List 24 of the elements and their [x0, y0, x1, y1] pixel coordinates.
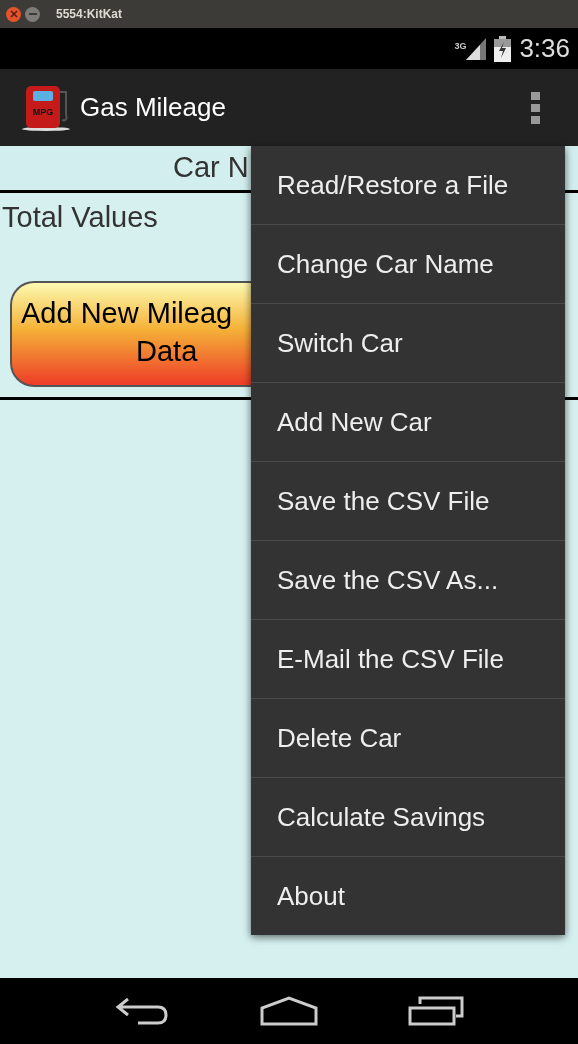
menu-item[interactable]: Save the CSV As...: [251, 541, 565, 619]
home-icon[interactable]: [259, 996, 319, 1026]
menu-item[interactable]: Add New Car: [251, 383, 565, 461]
battery-icon: [494, 35, 512, 62]
signal-icon: [466, 37, 487, 60]
menu-item[interactable]: About: [251, 857, 565, 935]
minimize-icon[interactable]: [25, 6, 40, 22]
menu-item[interactable]: Calculate Savings: [251, 778, 565, 856]
menu-item[interactable]: Change Car Name: [251, 225, 565, 303]
close-icon[interactable]: [6, 6, 21, 22]
network-type: 3G: [454, 39, 467, 53]
menu-item[interactable]: E-Mail the CSV File: [251, 620, 565, 698]
clock: 3:36: [519, 32, 570, 65]
menu-item[interactable]: Delete Car: [251, 699, 565, 777]
menu-item[interactable]: Read/Restore a File: [251, 146, 565, 224]
menu-item[interactable]: Switch Car: [251, 304, 565, 382]
add-mileage-button[interactable]: Add New Mileag Data: [10, 281, 251, 387]
recent-apps-icon[interactable]: [407, 996, 464, 1026]
total-values-label: Total Values: [1, 200, 158, 235]
window-title: 5554:KitKat: [56, 6, 123, 23]
overflow-menu-icon[interactable]: [531, 91, 540, 124]
car-name: Car N: [173, 150, 249, 186]
menu-item[interactable]: Save the CSV File: [251, 462, 565, 540]
app-title: Gas Mileage: [80, 91, 226, 124]
